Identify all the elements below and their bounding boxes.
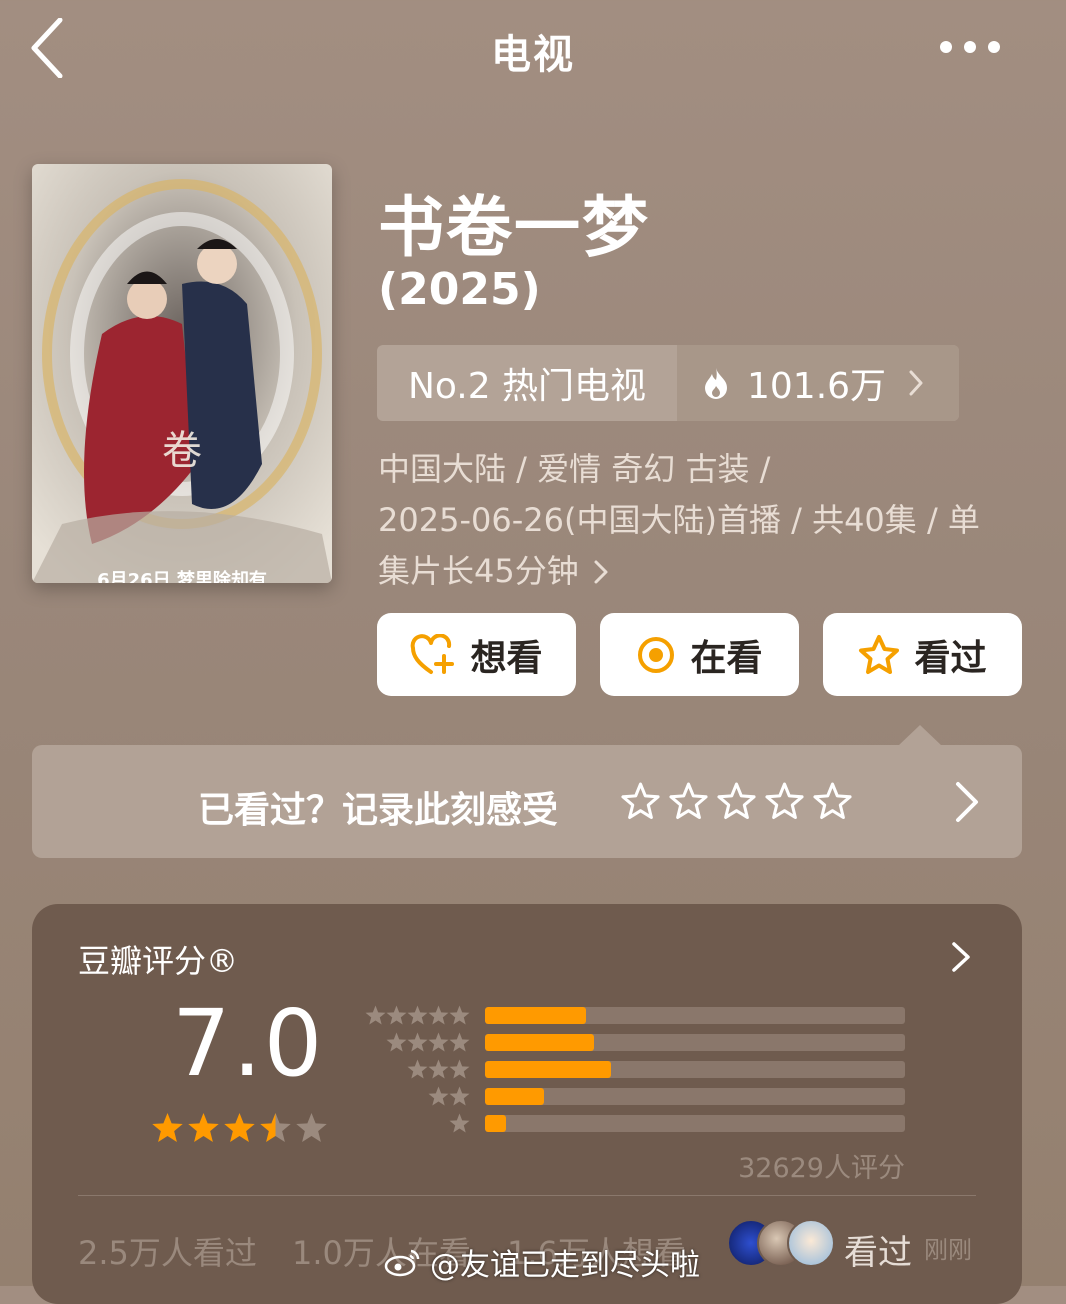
- star-outline-icon[interactable]: [668, 781, 709, 822]
- want-to-watch-button[interactable]: 想看: [377, 613, 576, 696]
- rating-star: [224, 1113, 255, 1142]
- watched-button[interactable]: 看过: [823, 613, 1022, 696]
- star-icon: [407, 1032, 428, 1052]
- star-icon: [449, 1005, 470, 1025]
- watched-label: 看过: [914, 637, 987, 679]
- distribution-bar: [485, 1007, 905, 1024]
- distribution-stars: [365, 1086, 470, 1106]
- distribution-stars: [365, 1113, 470, 1133]
- ranking-bar[interactable]: No.2 热门电视 101.6万: [377, 345, 959, 421]
- rating-star: [296, 1113, 327, 1142]
- star-icon: [407, 1005, 428, 1025]
- heart-plus-icon: [411, 633, 455, 674]
- watching-label: 在看: [690, 637, 763, 679]
- watermark-text: @友谊已走到尽头啦: [430, 1248, 700, 1283]
- chevron-right-icon: [594, 560, 608, 583]
- star-icon: [449, 1086, 470, 1106]
- meta-line: 中国大陆 / 爱情 奇幻 古装 /: [378, 450, 771, 488]
- distribution-stars: [365, 1059, 470, 1079]
- distribution-bar-fill: [485, 1061, 611, 1078]
- distribution-bar: [485, 1034, 905, 1051]
- rating-star: [260, 1113, 291, 1142]
- weibo-icon: [384, 1249, 420, 1277]
- star-icon: [365, 1005, 386, 1025]
- star-outline-icon[interactable]: [812, 781, 853, 822]
- distribution-bar: [485, 1115, 905, 1132]
- star-outline-icon[interactable]: [620, 781, 661, 822]
- poster-image[interactable]: 卷 6月26日 梦里除却有: [32, 164, 332, 583]
- star-icon: [386, 1032, 407, 1052]
- page-title: 电视: [491, 32, 575, 78]
- meta-line-text: 集片长45分钟: [378, 552, 579, 590]
- star-icon: [428, 1086, 449, 1106]
- target-circle-icon: [638, 636, 675, 673]
- distribution-bar: [485, 1088, 905, 1105]
- popover-pointer: [898, 725, 942, 746]
- rating-score: 7.0: [172, 990, 325, 1097]
- star-outline-icon[interactable]: [716, 781, 757, 822]
- star-icon: [449, 1059, 470, 1079]
- svg-text:卷: 卷: [162, 428, 202, 474]
- star-icon: [449, 1032, 470, 1052]
- rating-stars-input[interactable]: [620, 781, 853, 822]
- star-icon: [428, 1059, 449, 1079]
- heat-section[interactable]: 101.6万: [677, 345, 959, 421]
- distribution-bar-fill: [485, 1088, 544, 1105]
- star-outline-icon: [859, 634, 900, 674]
- chevron-right-icon[interactable]: [950, 940, 972, 978]
- distribution-stars: [365, 1032, 470, 1052]
- star-icon: [428, 1032, 449, 1052]
- watched-count[interactable]: 2.5万人看过: [78, 1228, 257, 1274]
- rating-star: [188, 1113, 219, 1142]
- star-outline-icon[interactable]: [764, 781, 805, 822]
- activity-text: 看过: [844, 1233, 912, 1273]
- heat-value: 101.6万: [747, 366, 887, 407]
- distribution-bar-fill: [485, 1115, 506, 1132]
- distribution-bar-fill: [485, 1007, 586, 1024]
- watching-button[interactable]: 在看: [600, 613, 799, 696]
- meta-line: 2025-06-26(中国大陆)首播 / 共40集 / 单: [378, 501, 980, 539]
- poster-caption: 6月26日 梦里除却有: [97, 570, 267, 583]
- want-to-watch-label: 想看: [470, 637, 543, 679]
- rank-label: No.2 热门电视: [407, 366, 647, 407]
- friend-avatars[interactable]: [727, 1219, 837, 1267]
- rating-stars: [150, 1111, 329, 1145]
- distribution-bar-fill: [485, 1034, 595, 1051]
- star-icon: [386, 1005, 407, 1025]
- activity-time: 刚刚: [924, 1236, 972, 1264]
- flame-icon: [705, 368, 727, 399]
- show-meta[interactable]: 中国大陆 / 爱情 奇幻 古装 / 2025-06-26(中国大陆)首播 / 共…: [378, 444, 1018, 597]
- avatar: [787, 1219, 835, 1267]
- rating-count: 32629人评分: [738, 1153, 905, 1184]
- distribution-bar: [485, 1061, 905, 1078]
- record-prompt: 已看过？记录此刻感受: [198, 790, 559, 831]
- show-year: (2025): [378, 264, 541, 315]
- star-icon: [428, 1005, 449, 1025]
- meta-line: 集片长45分钟: [378, 546, 1018, 597]
- distribution-stars: [365, 1005, 470, 1025]
- rating-star: [152, 1113, 183, 1142]
- watermark: @友谊已走到尽头啦: [384, 1240, 700, 1284]
- rating-label: 豆瓣评分®: [78, 942, 239, 980]
- star-icon: [449, 1113, 470, 1133]
- show-title: 书卷一梦: [378, 189, 650, 266]
- chevron-right-icon: [909, 370, 923, 396]
- more-dots-icon[interactable]: [936, 36, 1006, 58]
- divider: [78, 1195, 976, 1196]
- star-icon: [407, 1059, 428, 1079]
- chevron-right-icon[interactable]: [952, 780, 982, 828]
